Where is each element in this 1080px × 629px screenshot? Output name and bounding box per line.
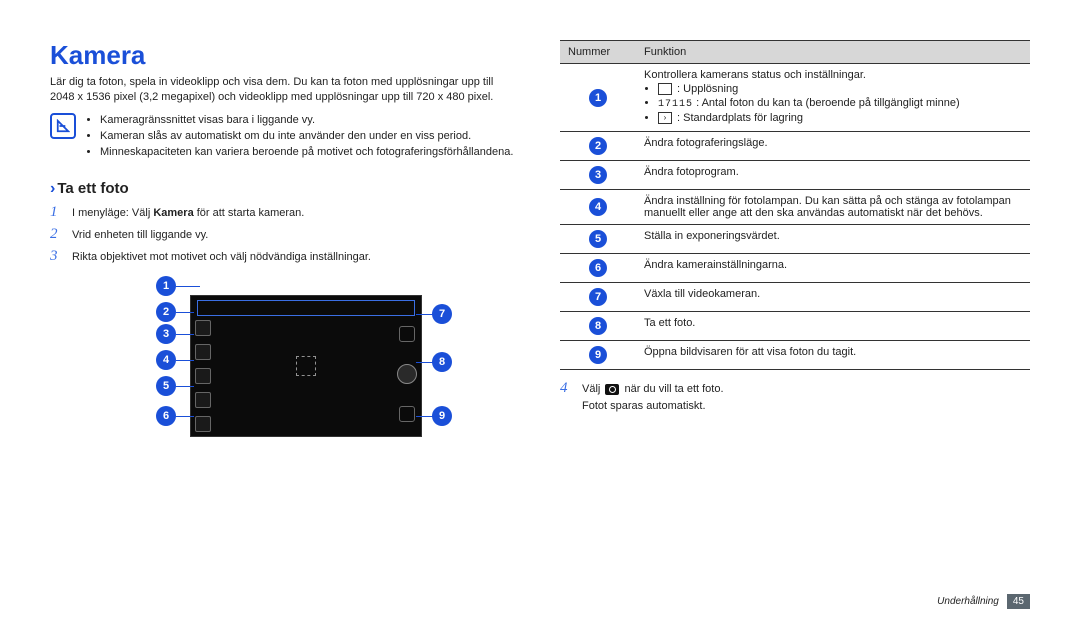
table-row: 9 Öppna bildvisaren för att visa foton d… (560, 341, 1030, 370)
mode-icon (195, 320, 211, 336)
row-badge: 9 (589, 346, 607, 364)
step-number: 1 (50, 202, 64, 222)
table-row: 7 Växla till videokameran. (560, 283, 1030, 312)
function-table: Nummer Funktion 1 Kontrollera kamerans s… (560, 40, 1030, 370)
callout-3: 3 (156, 324, 176, 344)
shutter-icon (397, 364, 417, 384)
table-header-row: Nummer Funktion (560, 41, 1030, 64)
page-number: 45 (1007, 594, 1030, 609)
row-badge: 4 (589, 198, 607, 216)
row-badge: 7 (589, 288, 607, 306)
row-desc: Ändra fotoprogram. (636, 161, 1030, 190)
row-desc: Ta ett foto. (636, 312, 1030, 341)
row-desc: Ändra inställning för fotolampan. Du kan… (636, 190, 1030, 225)
table-row: 4 Ändra inställning för fotolampan. Du k… (560, 190, 1030, 225)
step-text: Vrid enheten till liggande vy. (72, 228, 208, 243)
row-badge: 5 (589, 230, 607, 248)
intro-text: Lär dig ta foton, spela in videoklipp oc… (50, 75, 520, 105)
table-row: 1 Kontrollera kamerans status och instäl… (560, 64, 1030, 132)
shots-remaining: 17115 (658, 99, 693, 110)
row-desc: Ändra fotograferingsläge. (636, 132, 1030, 161)
step-text: Rikta objektivet mot motivet och välj nö… (72, 250, 371, 265)
page-footer: Underhållning 45 (937, 594, 1030, 609)
footer-section: Underhållning (937, 596, 999, 607)
table-row: 3 Ändra fotoprogram. (560, 161, 1030, 190)
row-badge: 8 (589, 317, 607, 335)
info-icon (50, 113, 76, 139)
row-desc: Växla till videokameran. (636, 283, 1030, 312)
camera-icon (605, 384, 619, 395)
left-column: Kamera Lär dig ta foton, spela in videok… (50, 40, 520, 599)
table-row: 8 Ta ett foto. (560, 312, 1030, 341)
note-list: Kameragränssnittet visas bara i liggande… (84, 113, 513, 162)
resolution-icon (658, 83, 672, 95)
exposure-icon (195, 392, 211, 408)
step-2: 2 Vrid enheten till liggande vy. (50, 224, 520, 244)
table-row: 2 Ändra fotograferingsläge. (560, 132, 1030, 161)
note-item: Kameragränssnittet visas bara i liggande… (100, 113, 513, 127)
camera-diagram: 1 2 3 4 5 6 7 8 9 (120, 280, 450, 450)
callout-6: 6 (156, 406, 176, 426)
callout-2: 2 (156, 302, 176, 322)
step-text: Välj när du vill ta ett foto. Fotot spar… (582, 382, 724, 414)
step-number: 2 (50, 224, 64, 244)
callout-9: 9 (432, 406, 452, 426)
step-text: I menyläge: Välj Kamera för att starta k… (72, 206, 304, 221)
flash-icon (195, 368, 211, 384)
callout-1: 1 (156, 276, 176, 296)
status-bar-region (197, 300, 415, 316)
scene-icon (195, 344, 211, 360)
steps-list: 1 I menyläge: Välj Kamera för att starta… (50, 202, 520, 269)
chevron-icon: › (50, 180, 55, 197)
right-icon-column (397, 326, 417, 422)
callout-4: 4 (156, 350, 176, 370)
row-desc: Kontrollera kamerans status och inställn… (636, 64, 1030, 132)
note-item: Kameran slås av automatiskt om du inte a… (100, 129, 513, 143)
row-badge: 2 (589, 137, 607, 155)
callout-7: 7 (432, 304, 452, 324)
focus-box (296, 356, 316, 376)
row-desc: Ställa in exponeringsvärdet. (636, 225, 1030, 254)
step-number: 4 (560, 378, 574, 398)
left-icon-column (195, 320, 211, 432)
gallery-icon (399, 406, 415, 422)
section-heading-text: Ta ett foto (57, 180, 128, 197)
callout-5: 5 (156, 376, 176, 396)
camera-screen (190, 295, 422, 437)
row-badge: 1 (589, 89, 607, 107)
storage-icon: › (658, 112, 672, 124)
col-header-number: Nummer (560, 41, 636, 64)
row-desc: Öppna bildvisaren för att visa foton du … (636, 341, 1030, 370)
callout-8: 8 (432, 352, 452, 372)
right-column: Nummer Funktion 1 Kontrollera kamerans s… (560, 40, 1030, 599)
step-1: 1 I menyläge: Välj Kamera för att starta… (50, 202, 520, 222)
page-title: Kamera (50, 40, 520, 71)
switch-video-icon (399, 326, 415, 342)
step-number: 3 (50, 246, 64, 266)
steps-list-continued: 4 Välj när du vill ta ett foto. Fotot sp… (560, 378, 1030, 416)
row-badge: 3 (589, 166, 607, 184)
table-row: 5 Ställa in exponeringsvärdet. (560, 225, 1030, 254)
row-badge: 6 (589, 259, 607, 277)
table-row: 6 Ändra kamerainställningarna. (560, 254, 1030, 283)
step-3: 3 Rikta objektivet mot motivet och välj … (50, 246, 520, 266)
col-header-function: Funktion (636, 41, 1030, 64)
step-note: Fotot sparas automatiskt. (582, 399, 724, 414)
step-4: 4 Välj när du vill ta ett foto. Fotot sp… (560, 378, 1030, 414)
section-heading: ›Ta ett foto (50, 180, 520, 198)
settings-icon (195, 416, 211, 432)
row-desc: Ändra kamerainställningarna. (636, 254, 1030, 283)
note-item: Minneskapaciteten kan variera beroende p… (100, 145, 513, 159)
note-block: Kameragränssnittet visas bara i liggande… (50, 113, 520, 162)
